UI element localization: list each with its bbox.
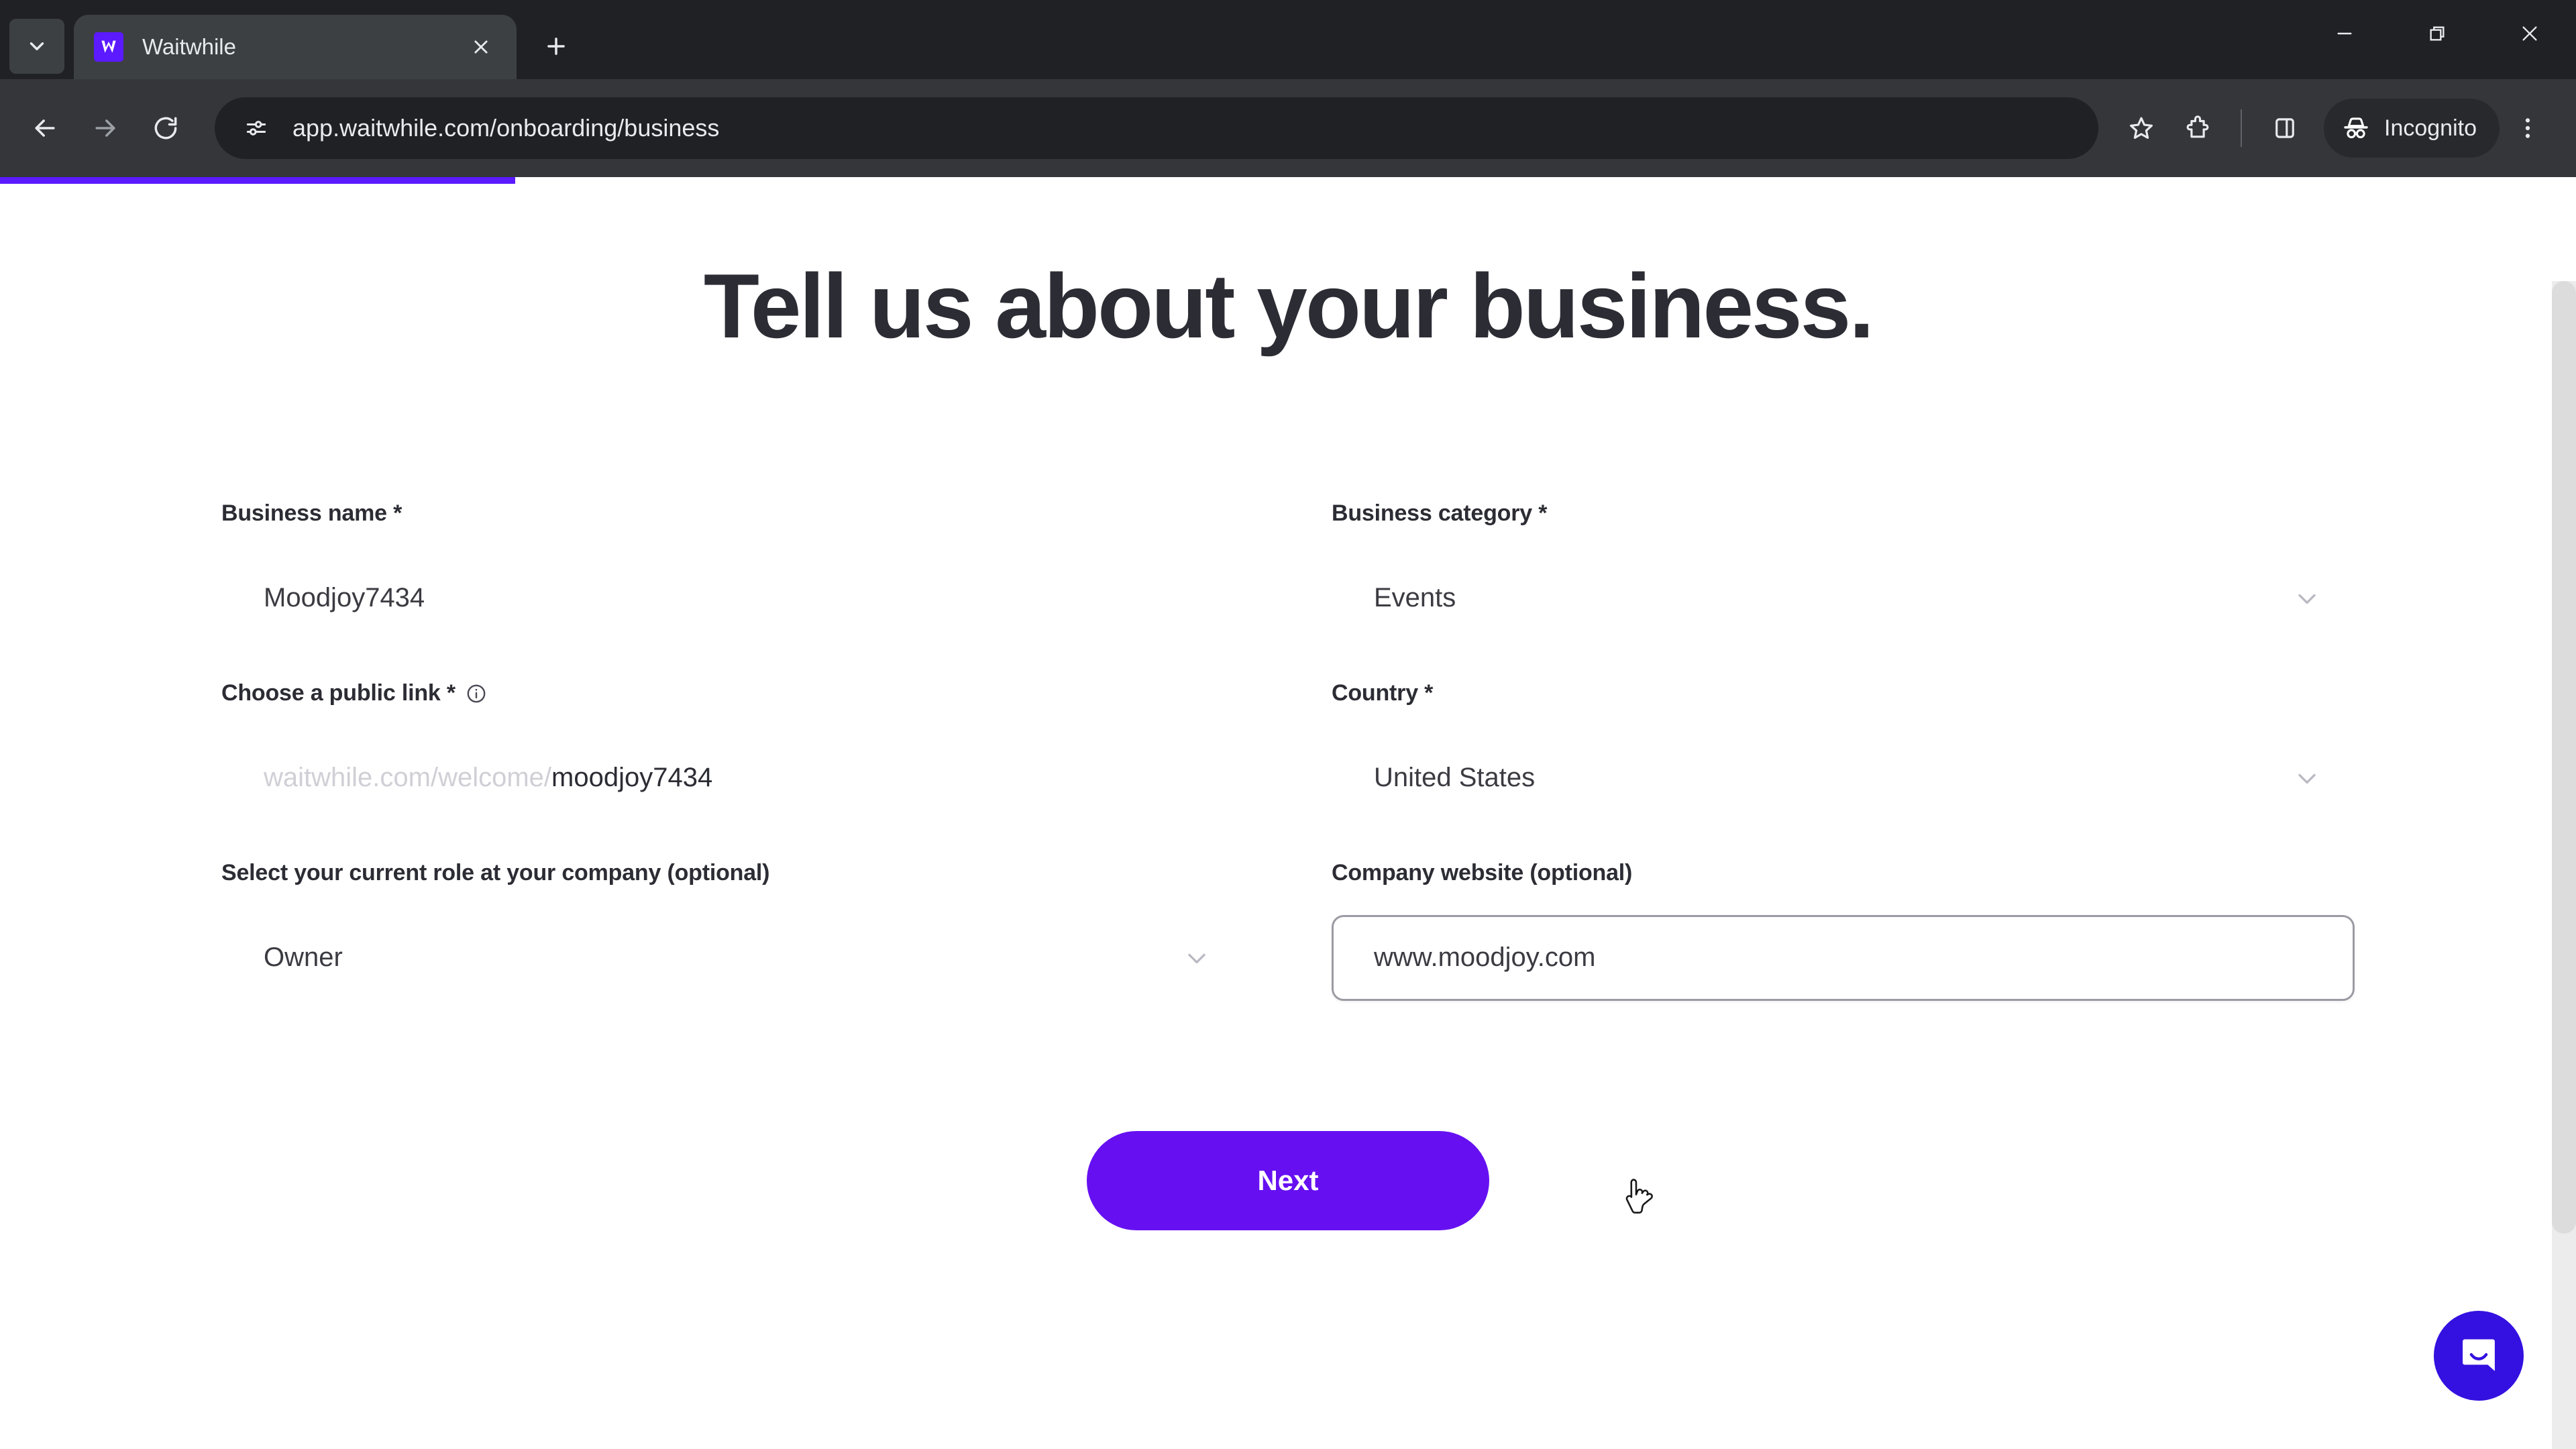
back-button[interactable] <box>15 98 75 158</box>
minimize-icon <box>2337 32 2352 35</box>
page-viewport: Tell us about your business. Business na… <box>0 177 2576 1449</box>
extensions-puzzle-icon <box>2186 115 2209 138</box>
chevron-down-icon <box>2292 763 2322 793</box>
current-role-value: Owner <box>264 943 343 973</box>
side-panel-icon <box>2275 118 2294 138</box>
side-panel-button[interactable] <box>2257 100 2313 156</box>
close-icon <box>474 40 488 54</box>
business-name-value: Moodjoy7434 <box>264 583 425 613</box>
intercom-messenger-button[interactable] <box>2434 1311 2524 1401</box>
pointer-hand-icon <box>1625 1178 1653 1214</box>
info-icon[interactable] <box>465 682 488 705</box>
chevron-down-icon <box>30 42 44 50</box>
field-business-category: Business category * Events <box>1332 498 2355 678</box>
label-text: Business name * <box>221 500 402 527</box>
chat-bubble-icon <box>2463 1339 2495 1371</box>
minimize-button[interactable] <box>2298 0 2391 67</box>
site-info-button[interactable] <box>232 104 280 152</box>
close-tab-button[interactable] <box>463 29 499 65</box>
tab-strip: Waitwhile <box>0 0 2576 79</box>
public-link-slug: moodjoy7434 <box>551 763 713 793</box>
business-form: Business name * Moodjoy7434 Business cat… <box>107 498 2469 1230</box>
tab-title: Waitwhile <box>142 34 236 59</box>
browser-toolbar: app.waitwhile.com/onboarding/business In… <box>0 79 2576 177</box>
business-category-value: Events <box>1374 583 1456 613</box>
public-link-value: waitwhile.com/welcome/moodjoy7434 <box>264 763 1212 793</box>
public-link-input[interactable]: waitwhile.com/welcome/moodjoy7434 <box>221 735 1244 821</box>
close-icon <box>2522 26 2537 41</box>
page-title: Tell us about your business. <box>703 255 1874 357</box>
forward-button[interactable] <box>75 98 136 158</box>
browser-window: Waitwhile app.waitwhile.com/onboarding/b… <box>0 0 2576 1449</box>
label-business-category: Business category * <box>1332 498 2355 530</box>
label-text: Company website (optional) <box>1332 860 1633 886</box>
form-actions: Next <box>221 1130 2355 1230</box>
reload-icon <box>154 117 177 140</box>
field-country: Country * United States <box>1332 678 2355 857</box>
new-tab-button[interactable] <box>533 23 580 70</box>
tune-icon <box>246 121 266 136</box>
reload-button[interactable] <box>136 98 196 158</box>
arrow-right-icon <box>95 119 115 137</box>
field-current-role: Select your current role at your company… <box>221 857 1244 1037</box>
label-current-role: Select your current role at your company… <box>221 857 1244 890</box>
business-name-input[interactable]: Moodjoy7434 <box>221 555 1244 641</box>
incognito-indicator[interactable]: Incognito <box>2324 99 2500 158</box>
incognito-icon <box>2344 117 2368 139</box>
label-country: Country * <box>1332 678 2355 710</box>
extensions-button[interactable] <box>2169 100 2226 156</box>
label-text: Select your current role at your company… <box>221 860 770 886</box>
company-website-input[interactable]: www.moodjoy.com <box>1332 914 2355 1001</box>
window-controls <box>2298 0 2576 67</box>
waitwhile-logo-icon <box>94 32 123 62</box>
chevron-down-icon <box>2292 584 2322 613</box>
business-category-select[interactable]: Events <box>1332 555 2355 641</box>
label-company-website: Company website (optional) <box>1332 857 2355 890</box>
country-value: United States <box>1374 763 1536 793</box>
star-icon <box>2130 117 2153 139</box>
close-window-button[interactable] <box>2483 0 2576 67</box>
label-text: Business category * <box>1332 500 1548 527</box>
tab-search-button[interactable] <box>9 19 64 74</box>
label-text: Choose a public link * <box>221 680 455 706</box>
incognito-label: Incognito <box>2384 115 2477 141</box>
current-role-select[interactable]: Owner <box>221 915 1244 1001</box>
address-bar[interactable]: app.waitwhile.com/onboarding/business <box>215 97 2098 159</box>
chevron-down-icon <box>1182 943 1212 973</box>
field-public-link: Choose a public link * waitwhile.com/wel… <box>221 678 1244 857</box>
public-link-prefix: waitwhile.com/welcome/ <box>264 763 552 793</box>
onboarding-business-page: Tell us about your business. Business na… <box>0 177 2576 1449</box>
url-text: app.waitwhile.com/onboarding/business <box>292 114 720 142</box>
form-grid: Business name * Moodjoy7434 Business cat… <box>221 498 2355 1037</box>
plus-icon <box>547 38 565 55</box>
browser-tab[interactable]: Waitwhile <box>74 15 517 79</box>
field-business-name: Business name * Moodjoy7434 <box>221 498 1244 678</box>
mouse-cursor <box>1622 1177 1657 1221</box>
arrow-left-icon <box>35 119 55 137</box>
maximize-button[interactable] <box>2391 0 2483 67</box>
company-website-value: www.moodjoy.com <box>1374 943 1596 973</box>
label-public-link: Choose a public link * <box>221 678 1244 710</box>
bookmark-button[interactable] <box>2113 100 2169 156</box>
country-select[interactable]: United States <box>1332 735 2355 821</box>
waitwhile-mark-icon <box>101 40 116 53</box>
chrome-menu-button[interactable] <box>2500 100 2556 156</box>
next-button[interactable]: Next <box>1087 1130 1489 1230</box>
label-text: Country * <box>1332 680 1434 706</box>
more-vertical-icon <box>2525 118 2530 138</box>
field-company-website: Company website (optional) www.moodjoy.c… <box>1332 857 2355 1037</box>
maximize-icon <box>2430 26 2445 41</box>
label-business-name: Business name * <box>221 498 1244 530</box>
toolbar-divider <box>2241 109 2242 147</box>
